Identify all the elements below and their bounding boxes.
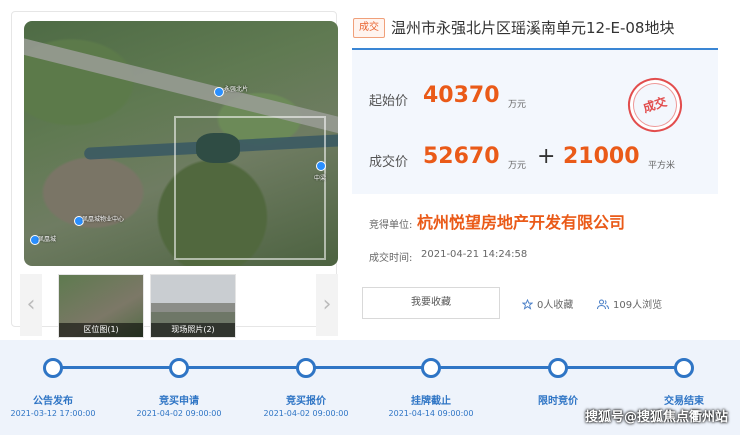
views-count-text: 109人浏览 bbox=[613, 300, 663, 311]
users-icon bbox=[597, 299, 609, 310]
winner-name: 杭州悦望房地产开发有限公司 bbox=[417, 213, 626, 232]
timeline-date: 2021-04-02 09:00:00 bbox=[263, 409, 349, 418]
star-icon bbox=[521, 298, 534, 310]
deal-time-label: 成交时间: bbox=[369, 253, 413, 264]
map-site-outline bbox=[174, 116, 326, 260]
satellite-map-image[interactable]: 永强北片 中梁 凤凰城物业中心 凤凰城 bbox=[24, 21, 338, 266]
timeline-node bbox=[169, 358, 189, 378]
map-label: 永强北片 bbox=[224, 86, 249, 93]
status-badge: 成交 bbox=[353, 18, 385, 38]
deal-time-value: 2021-04-21 14:24:58 bbox=[421, 249, 528, 260]
image-gallery: 永强北片 中梁 凤凰城物业中心 凤凰城 ‹ 区位图(1) 现场照片(2) › bbox=[11, 11, 338, 338]
thumbnail-caption: 区位图(1) bbox=[59, 323, 143, 337]
timeline-node bbox=[548, 358, 568, 378]
timeline-step: 交易结束 bbox=[664, 396, 704, 407]
watermark-text: 搜狐号@搜狐焦点衢州站 bbox=[584, 410, 728, 425]
map-label: 中梁 bbox=[314, 175, 327, 182]
timeline-node bbox=[43, 358, 63, 378]
views-count: 109人浏览 bbox=[597, 296, 662, 311]
page-title: 温州市永强北片区瑶溪南单元12-E-08地块 bbox=[391, 19, 675, 37]
favorite-button[interactable]: 我要收藏 bbox=[362, 287, 500, 319]
chevron-left-icon[interactable]: ‹ bbox=[20, 274, 42, 336]
timeline-step: 公告发布 bbox=[33, 396, 73, 407]
timeline-node bbox=[421, 358, 441, 378]
thumbnail-location-map[interactable]: 区位图(1) bbox=[58, 274, 144, 338]
deal-area-unit: 平方米 bbox=[648, 161, 676, 171]
deal-price-unit: 万元 bbox=[508, 161, 527, 171]
winner-label: 竞得单位: bbox=[369, 220, 413, 231]
plus-sign: + bbox=[537, 144, 556, 169]
start-price-value: 40370 bbox=[423, 83, 500, 108]
start-price-label: 起始价 bbox=[369, 94, 409, 109]
timeline-step: 挂牌截止 bbox=[411, 396, 451, 407]
timeline-step: 竞买报价 bbox=[286, 396, 326, 407]
deal-price-value: 52670 bbox=[423, 144, 500, 169]
timeline-node bbox=[296, 358, 316, 378]
deal-area-value: 21000 bbox=[563, 144, 640, 169]
thumbnail-site-photo[interactable]: 现场照片(2) bbox=[150, 274, 236, 338]
timeline-date: 2021-04-02 09:00:00 bbox=[136, 409, 222, 418]
timeline-step: 限时竞价 bbox=[538, 396, 578, 407]
map-label: 凤凰城 bbox=[38, 236, 57, 243]
deal-price-label: 成交价 bbox=[369, 155, 409, 170]
chevron-right-icon[interactable]: › bbox=[316, 274, 338, 336]
map-pin-icon bbox=[316, 161, 326, 171]
start-price-unit: 万元 bbox=[508, 100, 527, 110]
timeline-date: 2021-04-14 09:00:00 bbox=[388, 409, 474, 418]
favorites-count: 0人收藏 bbox=[521, 296, 574, 311]
map-pin-icon bbox=[214, 87, 224, 97]
favorites-count-text: 0人收藏 bbox=[537, 300, 574, 311]
timeline-date: 2021-03-12 17:00:00 bbox=[10, 409, 96, 418]
thumbnail-caption: 现场照片(2) bbox=[151, 323, 235, 337]
timeline-step: 竞买申请 bbox=[159, 396, 199, 407]
map-label: 凤凰城物业中心 bbox=[82, 216, 125, 223]
timeline-line bbox=[50, 366, 685, 369]
timeline-node bbox=[674, 358, 694, 378]
